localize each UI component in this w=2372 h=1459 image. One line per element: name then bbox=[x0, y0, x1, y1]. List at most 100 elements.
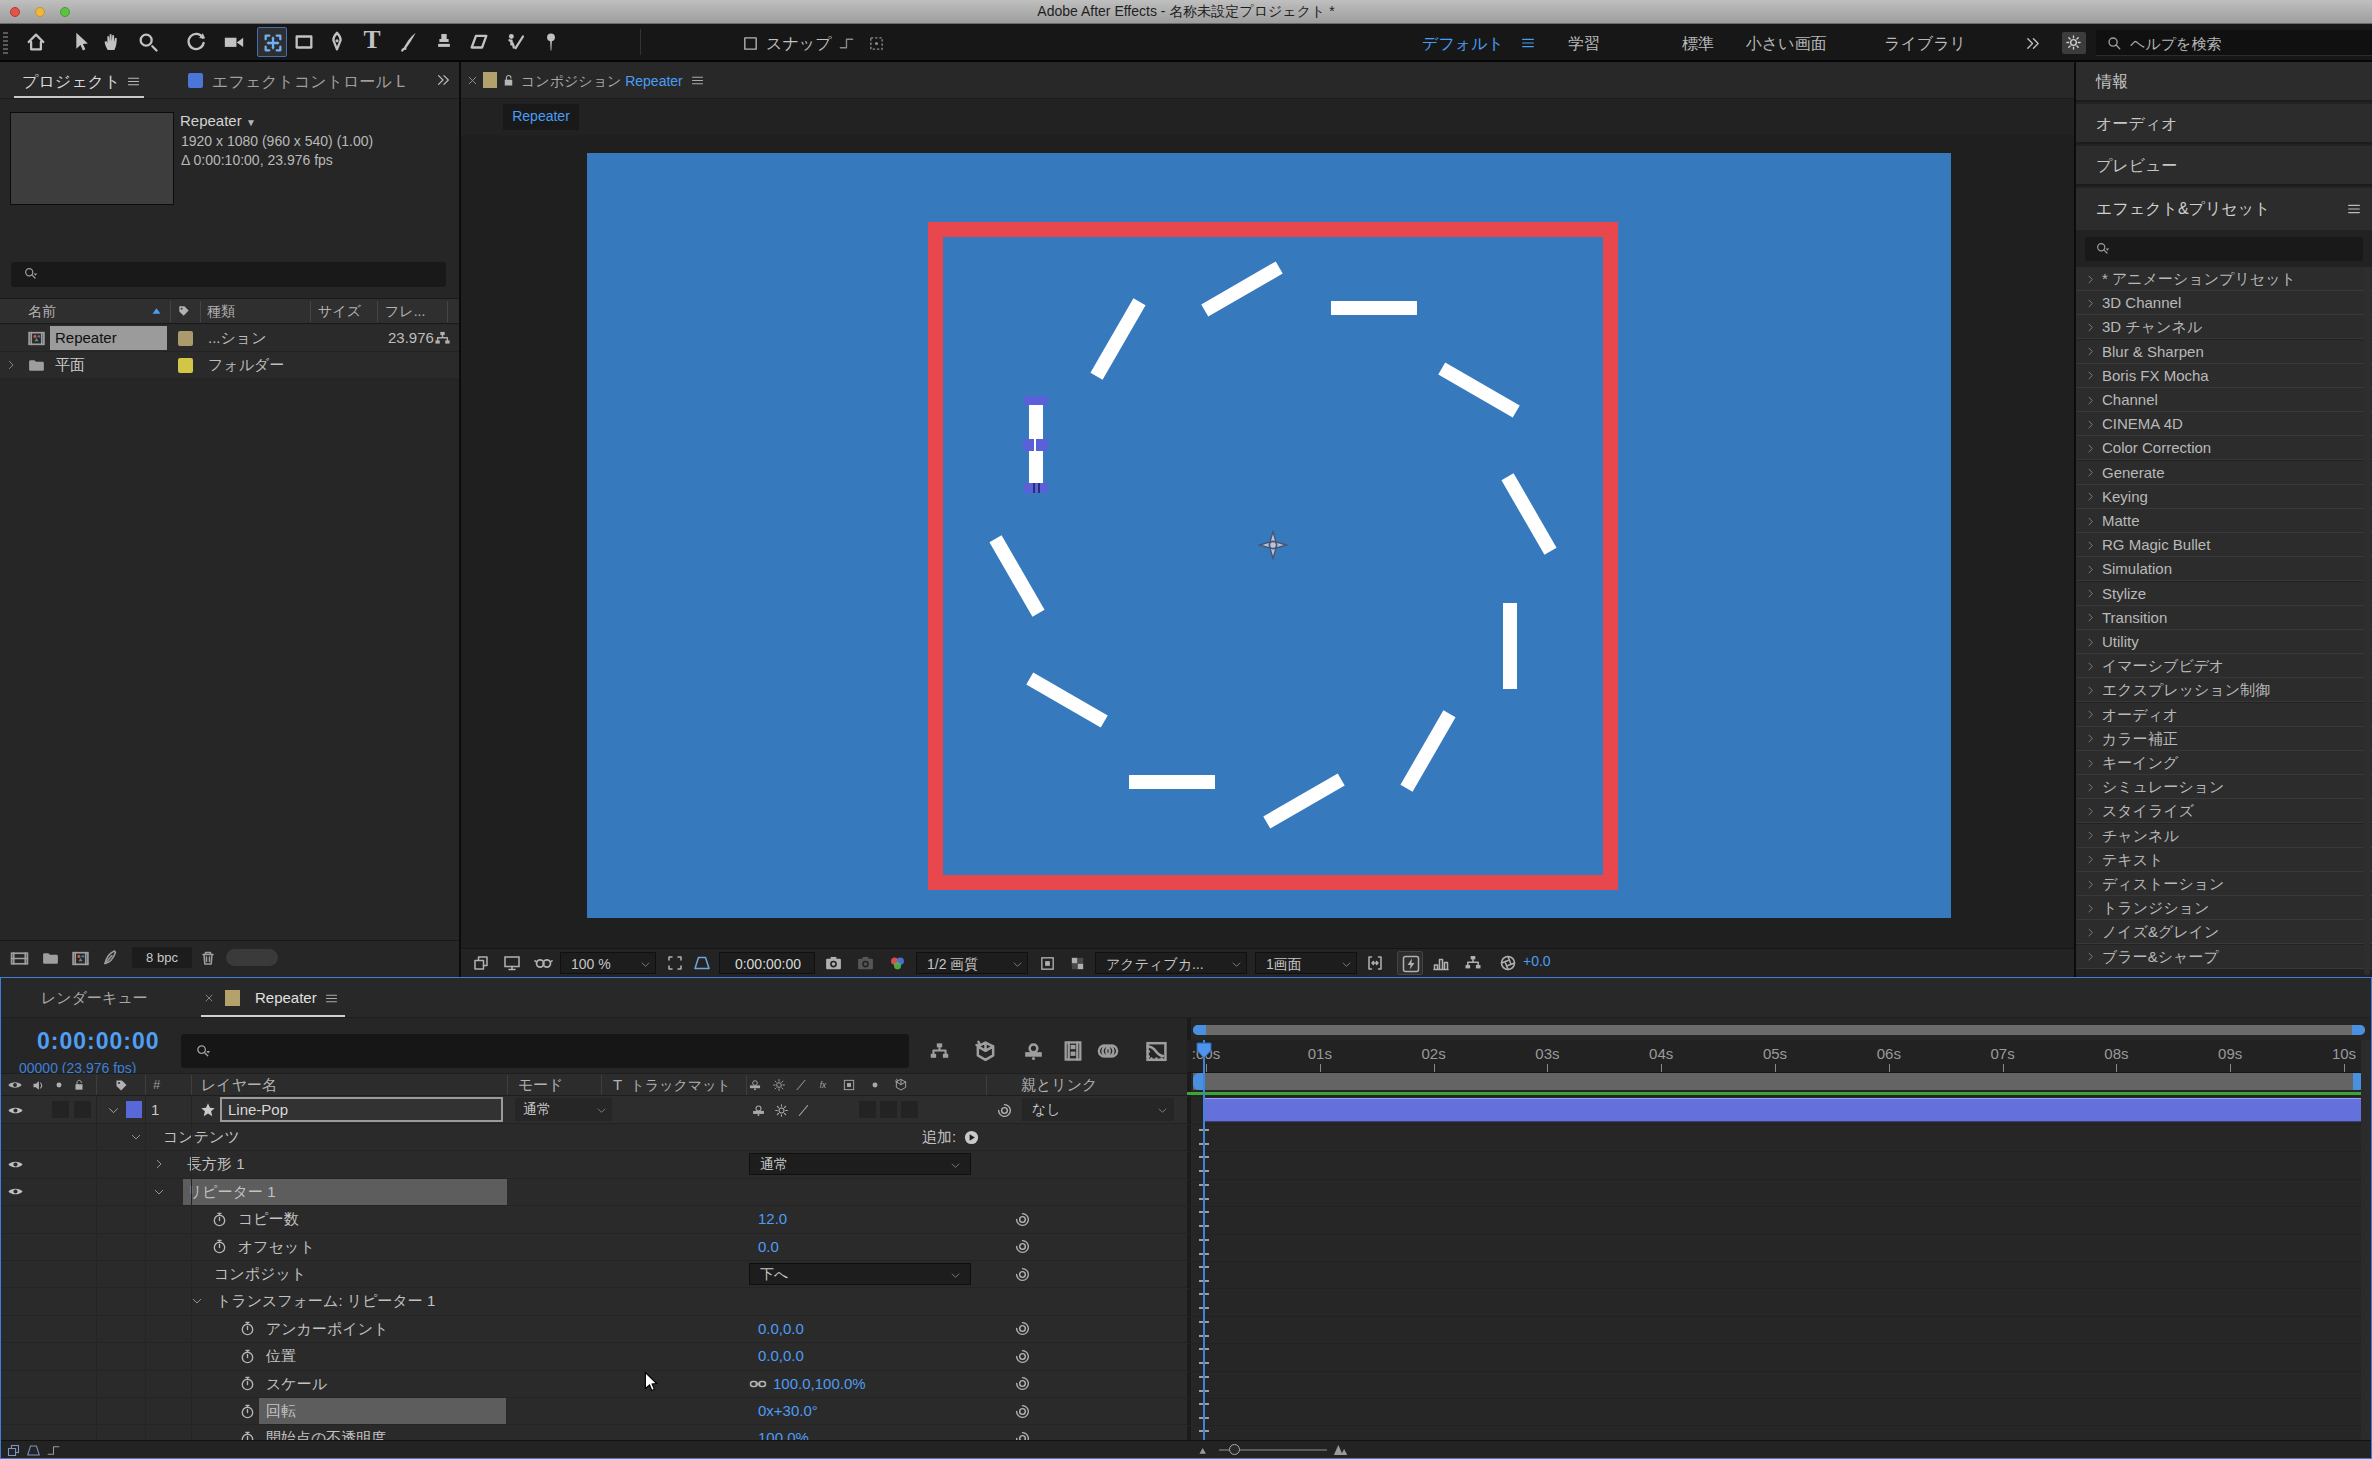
hand-tool-button[interactable] bbox=[97, 27, 127, 57]
time-ruler[interactable]: :00s01s02s03s04s05s06s07s08s09s10s bbox=[1187, 1040, 2371, 1073]
stopwatch-icon[interactable] bbox=[239, 1320, 256, 1337]
label-color-chip[interactable] bbox=[178, 358, 193, 373]
comp-subtab[interactable]: Repeater bbox=[503, 104, 579, 130]
pickwhip-icon[interactable] bbox=[1014, 1211, 1031, 1228]
help-search-field[interactable]: ヘルプを検索 bbox=[2096, 30, 2372, 56]
property-row-1[interactable]: コンテンツ追加: bbox=[1, 1124, 1187, 1151]
clone-stamp-tool-button[interactable] bbox=[429, 27, 459, 57]
panel-section-1[interactable]: 情報 bbox=[2076, 62, 2372, 102]
effect-category-row[interactable]: ブラー&シャープ bbox=[2076, 945, 2372, 969]
property-value[interactable]: 0.0,0.0 bbox=[758, 1320, 804, 1337]
property-label[interactable]: スケール bbox=[266, 1375, 327, 1394]
adjustment-icon[interactable] bbox=[101, 949, 119, 967]
comp-mini-flowchart-icon[interactable] bbox=[929, 1041, 950, 1062]
close-tab-icon[interactable] bbox=[466, 74, 479, 87]
property-row-11[interactable]: 回転0x+30.0° bbox=[1, 1398, 1187, 1425]
effect-category-row[interactable]: テキスト bbox=[2076, 848, 2372, 872]
magnification-dropdown[interactable]: 100 % bbox=[560, 952, 656, 974]
layer-switch-icon[interactable] bbox=[751, 1103, 766, 1118]
pickwhip-icon[interactable] bbox=[1014, 1375, 1031, 1392]
stopwatch-icon[interactable] bbox=[239, 1348, 256, 1365]
zoom-in-icon[interactable] bbox=[1333, 1442, 1349, 1458]
work-area-bar[interactable] bbox=[1193, 1073, 2365, 1090]
rotate-tool-button[interactable] bbox=[181, 27, 211, 57]
timeline-menu-icon[interactable] bbox=[324, 991, 339, 1006]
bpc-button[interactable]: 8 bpc bbox=[132, 947, 192, 968]
add-property-icon[interactable] bbox=[963, 1129, 980, 1146]
column-frames[interactable]: フレ... bbox=[385, 303, 425, 321]
tab-project[interactable]: プロジェクト bbox=[22, 72, 120, 93]
switch-box[interactable] bbox=[74, 1101, 91, 1118]
column-type[interactable]: 種類 bbox=[207, 303, 235, 321]
pixel-aspect-icon[interactable] bbox=[1366, 954, 1384, 972]
effect-category-row[interactable]: トランジション bbox=[2076, 896, 2372, 920]
comp-flowchart-icon[interactable] bbox=[1464, 954, 1482, 972]
motion-blur-toggle-icon[interactable] bbox=[26, 1443, 41, 1458]
comp-tab-label[interactable]: コンポジション Repeater bbox=[521, 73, 683, 91]
property-value[interactable]: 0.0 bbox=[758, 1238, 779, 1255]
brush-tool-button[interactable] bbox=[394, 27, 424, 57]
tab-comp-timeline[interactable]: Repeater bbox=[255, 989, 317, 1006]
property-row-6[interactable]: コンポジット 下へ bbox=[1, 1261, 1187, 1288]
graph-editor-icon[interactable] bbox=[1145, 1040, 1168, 1063]
property-label[interactable]: コンポジット bbox=[214, 1265, 306, 1284]
rect-tool-button[interactable] bbox=[289, 27, 319, 57]
target-region-icon[interactable] bbox=[1039, 955, 1056, 972]
pickwhip-icon[interactable] bbox=[1014, 1266, 1031, 1283]
workspace-menu-icon[interactable] bbox=[1520, 35, 1536, 51]
effect-category-row[interactable]: RG Magic Bullet bbox=[2076, 533, 2372, 557]
lock-icon[interactable] bbox=[501, 73, 516, 88]
timeline-navigator-bar[interactable] bbox=[1193, 1025, 2365, 1035]
effect-category-row[interactable]: Channel bbox=[2076, 388, 2372, 412]
property-row-2[interactable]: 長方形 1通常 bbox=[1, 1151, 1187, 1178]
property-label[interactable]: コンテンツ bbox=[163, 1128, 240, 1147]
panel-section-2[interactable]: オーディオ bbox=[2076, 104, 2372, 144]
effect-category-row[interactable]: エクスプレッション制御 bbox=[2076, 678, 2372, 702]
property-row-9[interactable]: 位置0.0,0.0 bbox=[1, 1343, 1187, 1370]
new-folder-icon[interactable] bbox=[41, 949, 60, 968]
exposure-value[interactable]: +0.0 bbox=[1523, 953, 1551, 969]
transparent-bg-icon[interactable] bbox=[1069, 955, 1086, 972]
column-size[interactable]: サイズ bbox=[318, 303, 361, 321]
pickwhip-icon[interactable] bbox=[1014, 1320, 1031, 1337]
eye-icon[interactable] bbox=[7, 1102, 24, 1119]
property-row-5[interactable]: オフセット0.0 bbox=[1, 1234, 1187, 1261]
pickwhip-icon[interactable] bbox=[1014, 1403, 1031, 1420]
expand-layer-icon[interactable] bbox=[107, 1104, 120, 1117]
tab-render-queue[interactable]: レンダーキュー bbox=[41, 989, 148, 1008]
draft-3d-icon[interactable] bbox=[974, 1040, 997, 1063]
effect-category-row[interactable]: Keying bbox=[2076, 485, 2372, 509]
zoom-out-icon[interactable] bbox=[1198, 1444, 1211, 1457]
pen-tool-button[interactable] bbox=[322, 27, 352, 57]
parent-pickwhip-icon[interactable] bbox=[996, 1102, 1013, 1119]
stopwatch-icon[interactable] bbox=[239, 1403, 256, 1420]
stopwatch-icon[interactable] bbox=[239, 1375, 256, 1392]
effect-category-row[interactable]: Boris FX Mocha bbox=[2076, 364, 2372, 388]
layer-duration-bar[interactable] bbox=[1204, 1098, 2361, 1122]
chevron-down-icon[interactable] bbox=[191, 1295, 203, 1307]
constrain-proportions-icon[interactable] bbox=[749, 1375, 767, 1393]
eye-icon[interactable] bbox=[7, 1183, 24, 1200]
property-dropdown[interactable]: 下へ bbox=[749, 1263, 971, 1285]
property-label[interactable]: コピー数 bbox=[238, 1210, 299, 1229]
tab-effect-controls[interactable]: エフェクトコントロール L bbox=[212, 72, 422, 93]
property-label[interactable]: 位置 bbox=[266, 1347, 296, 1366]
property-value[interactable]: 12.0 bbox=[758, 1210, 787, 1227]
effect-category-row[interactable]: Matte bbox=[2076, 509, 2372, 533]
effect-category-row[interactable]: スタイライズ bbox=[2076, 799, 2372, 823]
effect-category-row[interactable]: オーディオ bbox=[2076, 703, 2372, 727]
preview-item-name[interactable]: Repeater ▼ bbox=[180, 112, 256, 129]
effect-category-row[interactable]: キーイング bbox=[2076, 751, 2372, 775]
pickwhip-icon[interactable] bbox=[1014, 1238, 1031, 1255]
effect-category-row[interactable]: カラー補正 bbox=[2076, 727, 2372, 751]
chevron-down-icon[interactable] bbox=[153, 1186, 165, 1198]
effect-category-row[interactable]: Stylize bbox=[2076, 582, 2372, 606]
workspace-tab-5[interactable]: ライブラリ bbox=[1855, 34, 1995, 55]
stopwatch-icon[interactable] bbox=[211, 1238, 228, 1255]
effect-category-row[interactable]: * アニメーションプリセット bbox=[2076, 267, 2372, 291]
parent-dropdown[interactable]: なし bbox=[1022, 1098, 1174, 1121]
snapshot-icon[interactable] bbox=[824, 954, 843, 973]
chevron-down-icon[interactable] bbox=[130, 1131, 142, 1143]
workspace-tab-4[interactable]: 小さい画面 bbox=[1716, 34, 1856, 55]
zoom-tool-button[interactable] bbox=[133, 27, 163, 57]
